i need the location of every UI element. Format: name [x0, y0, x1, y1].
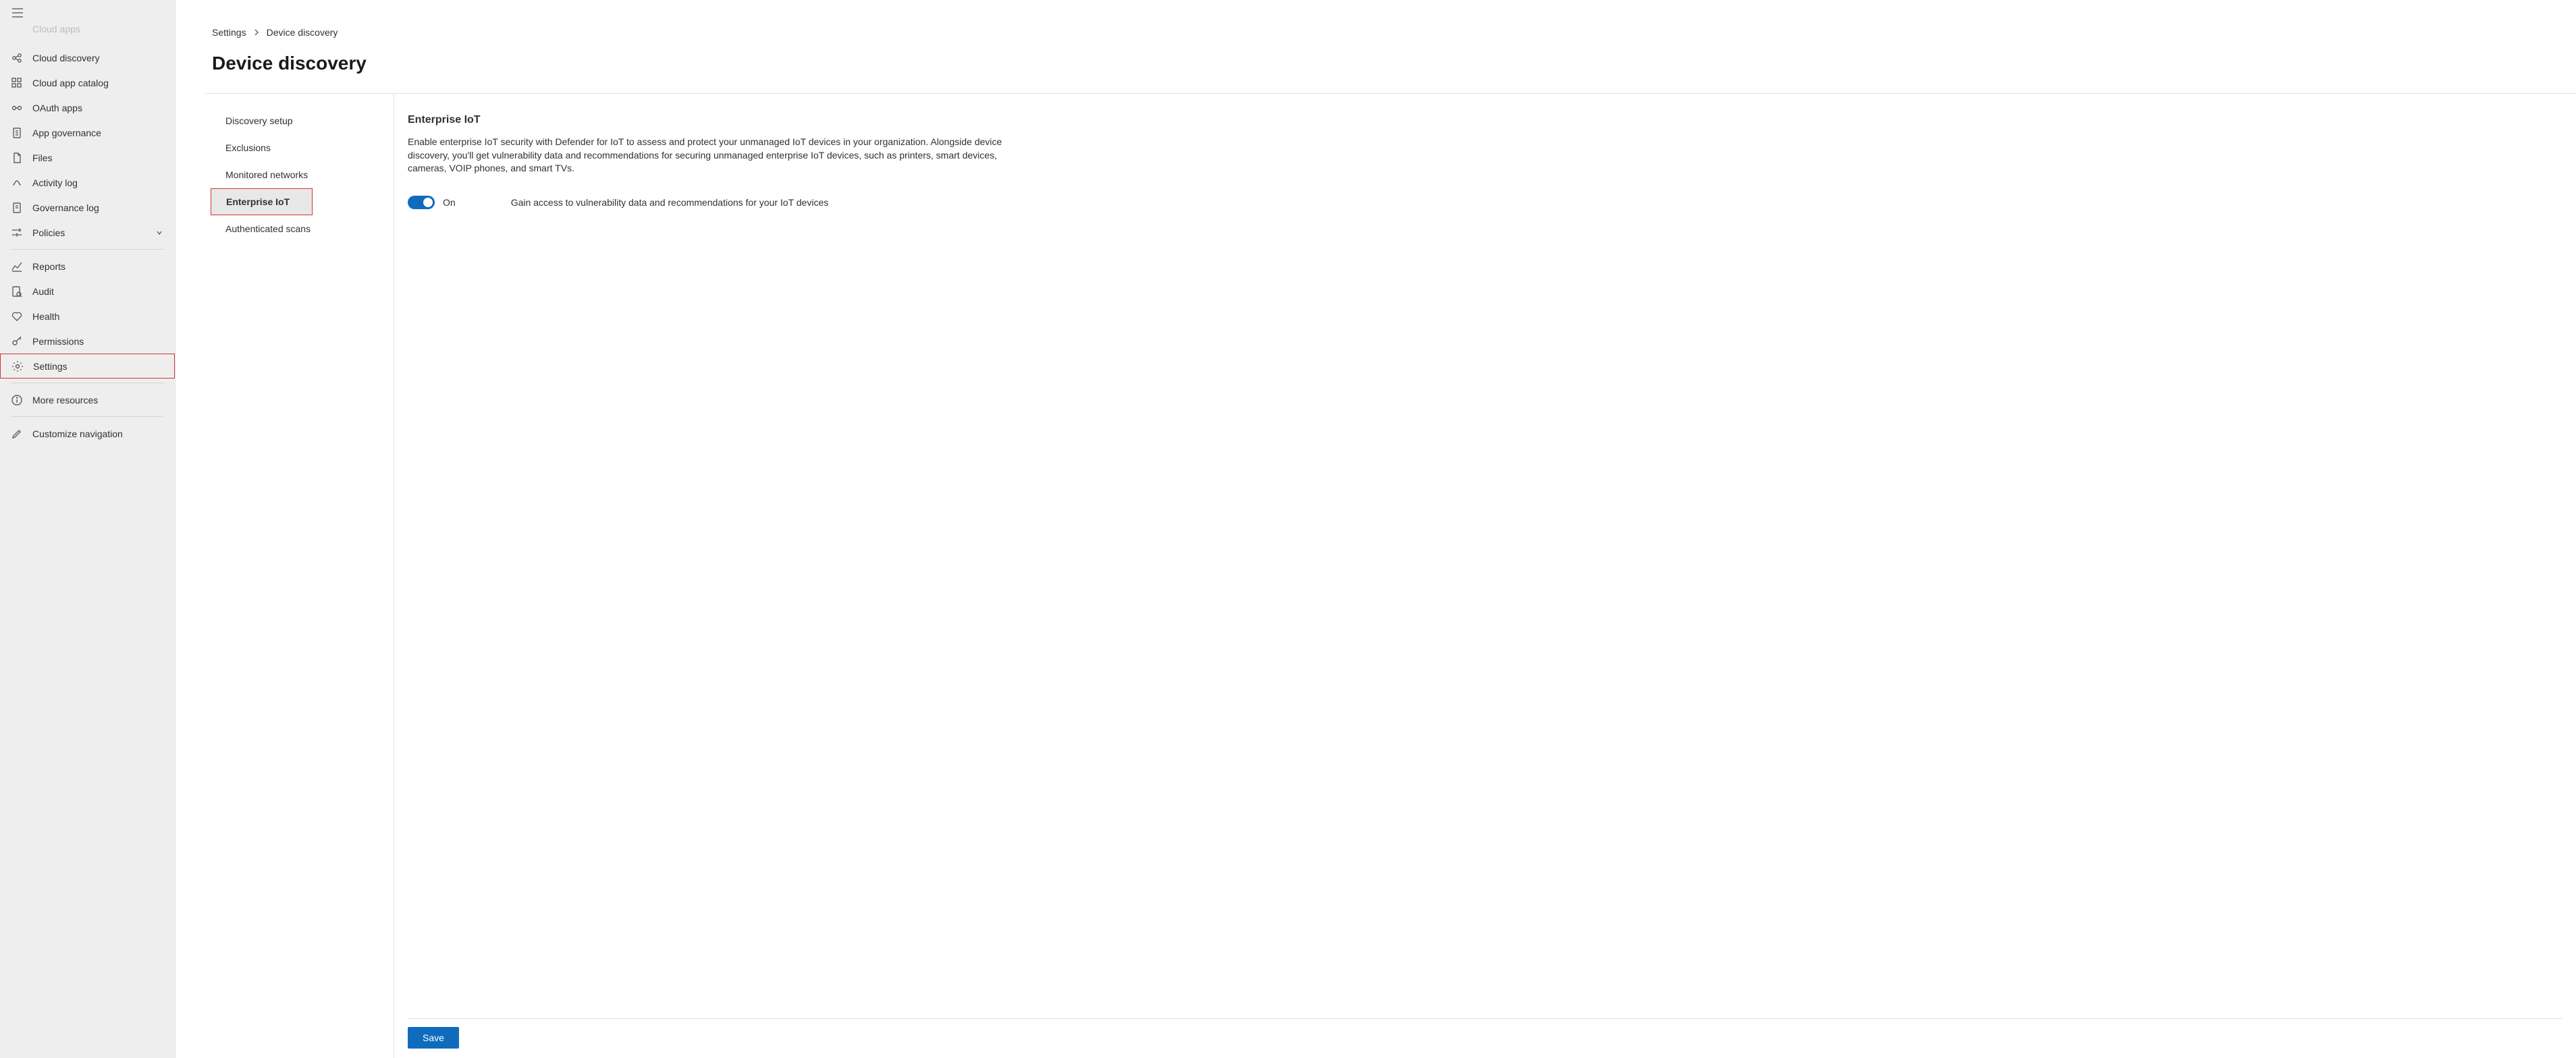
governance-log-icon: [11, 202, 23, 214]
hamburger-button[interactable]: [0, 3, 175, 20]
cloud-discovery-icon: [11, 52, 23, 64]
sidebar-item-customize-navigation[interactable]: Customize navigation: [0, 421, 175, 446]
sidebar-item-label: Activity log: [32, 177, 164, 188]
nav-divider: [11, 416, 164, 417]
subnav-item-monitored-networks[interactable]: Monitored networks: [205, 161, 394, 188]
sidebar-item-more-resources[interactable]: More resources: [0, 387, 175, 412]
toggle-state-label: On: [443, 197, 456, 208]
detail-title: Enterprise IoT: [408, 114, 2562, 126]
detail-panel: Enterprise IoT Enable enterprise IoT sec…: [394, 94, 2576, 1058]
content-row: Discovery setup Exclusions Monitored net…: [205, 94, 2576, 1058]
subnav-item-label: Monitored networks: [225, 169, 308, 180]
subnav-item-discovery-setup[interactable]: Discovery setup: [205, 107, 394, 134]
breadcrumb-current: Device discovery: [267, 27, 338, 38]
sidebar-item-label: Audit: [32, 286, 164, 297]
sidebar-item-label: Settings: [33, 361, 163, 372]
sidebar-item-label: Permissions: [32, 336, 164, 347]
enterprise-iot-toggle[interactable]: [408, 196, 435, 209]
breadcrumb: Settings Device discovery: [176, 0, 2576, 38]
sidebar-item-label: Health: [32, 311, 164, 322]
breadcrumb-root[interactable]: Settings: [212, 27, 246, 38]
subnav-item-exclusions[interactable]: Exclusions: [205, 134, 394, 161]
sidebar-item-label: Cloud app catalog: [32, 78, 164, 88]
files-icon: [11, 152, 23, 164]
sidebar-item-settings[interactable]: Settings: [0, 354, 175, 379]
sidebar-item-label: Customize navigation: [32, 428, 164, 439]
sidebar-item-cloud-app-catalog[interactable]: Cloud app catalog: [0, 70, 175, 95]
sidebar-item-permissions[interactable]: Permissions: [0, 329, 175, 354]
page-title: Device discovery: [176, 38, 2576, 93]
subnav-item-label: Enterprise IoT: [226, 196, 290, 207]
nav-divider: [11, 249, 164, 250]
sidebar-item-app-governance[interactable]: App governance: [0, 120, 175, 145]
save-button[interactable]: Save: [408, 1027, 459, 1049]
chevron-down-icon: [155, 229, 164, 237]
sidebar-item-label: Reports: [32, 261, 164, 272]
sidebar-item-label: Cloud discovery: [32, 53, 164, 63]
cloud-apps-icon: [11, 27, 23, 39]
toggle-knob: [423, 198, 433, 207]
main: Settings Device discovery Device discove…: [176, 0, 2576, 1058]
subnav-item-authenticated-scans[interactable]: Authenticated scans: [205, 215, 394, 242]
sidebar-item-health[interactable]: Health: [0, 304, 175, 329]
sidebar-item-label: Files: [32, 152, 164, 163]
sidebar-item-label: Policies: [32, 227, 145, 238]
edit-icon: [11, 428, 23, 440]
toggle-hint: Gain access to vulnerability data and re…: [511, 197, 829, 208]
activity-icon: [11, 177, 23, 189]
app-catalog-icon: [11, 77, 23, 89]
subnav: Discovery setup Exclusions Monitored net…: [205, 94, 394, 1058]
audit-icon: [11, 285, 23, 298]
sidebar: Cloud apps Cloud discovery Cloud app cat…: [0, 0, 176, 1058]
subnav-item-label: Authenticated scans: [225, 223, 311, 234]
reports-icon: [11, 260, 23, 273]
sidebar-item-oauth-apps[interactable]: OAuth apps: [0, 95, 175, 120]
health-icon: [11, 310, 23, 323]
permissions-icon: [11, 335, 23, 347]
sidebar-item-label: Cloud apps: [32, 24, 164, 34]
subnav-item-label: Discovery setup: [225, 115, 293, 126]
sidebar-item-files[interactable]: Files: [0, 145, 175, 170]
oauth-icon: [11, 102, 23, 114]
sidebar-item-label: Governance log: [32, 202, 164, 213]
sidebar-item-label: App governance: [32, 128, 164, 138]
subnav-item-enterprise-iot[interactable]: Enterprise IoT: [211, 188, 313, 215]
settings-icon: [11, 360, 24, 372]
sidebar-item-label: OAuth apps: [32, 103, 164, 113]
detail-description: Enable enterprise IoT security with Defe…: [408, 136, 1036, 175]
subnav-item-label: Exclusions: [225, 142, 271, 153]
sidebar-item-cloud-apps[interactable]: Cloud apps: [0, 20, 175, 45]
sidebar-item-audit[interactable]: Audit: [0, 279, 175, 304]
sidebar-item-cloud-discovery[interactable]: Cloud discovery: [0, 45, 175, 70]
sidebar-item-activity-log[interactable]: Activity log: [0, 170, 175, 195]
toggle-row: On Gain access to vulnerability data and…: [408, 196, 2562, 209]
footer-bar: Save: [408, 1018, 2562, 1058]
info-icon: [11, 394, 23, 406]
policies-icon: [11, 227, 23, 239]
sidebar-item-policies[interactable]: Policies: [0, 220, 175, 245]
chevron-right-icon: [253, 29, 260, 36]
sidebar-item-reports[interactable]: Reports: [0, 254, 175, 279]
sidebar-item-governance-log[interactable]: Governance log: [0, 195, 175, 220]
sidebar-item-label: More resources: [32, 395, 164, 406]
governance-icon: [11, 127, 23, 139]
